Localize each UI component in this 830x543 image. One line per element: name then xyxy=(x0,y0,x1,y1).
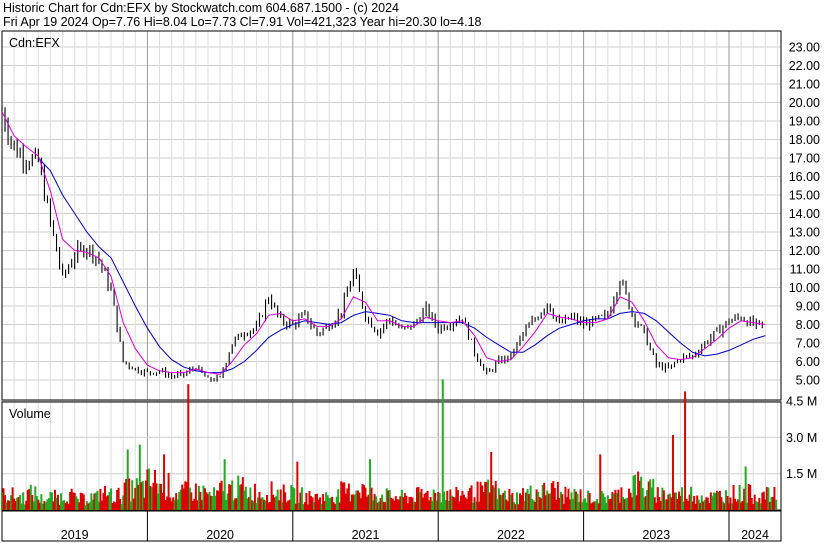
price-tick-label: 11.00 xyxy=(790,263,820,277)
price-tick-label: 13.00 xyxy=(789,226,820,240)
volume-tick-label: 3.0 M xyxy=(786,431,817,445)
volume-panel-label: Volume xyxy=(9,407,51,421)
price-tick-label: 22.00 xyxy=(789,59,820,73)
price-tick-label: 20.00 xyxy=(789,96,820,110)
price-panel-label: Cdn:EFX xyxy=(9,36,60,50)
price-tick-label: 10.00 xyxy=(789,281,820,295)
volume-bars xyxy=(1,379,777,510)
year-label: 2023 xyxy=(642,528,670,542)
year-label: 2019 xyxy=(61,528,89,542)
price-tick-label: 8.00 xyxy=(796,318,820,332)
price-tick-label: 15.00 xyxy=(789,189,820,203)
price-tick-label: 18.00 xyxy=(789,133,820,147)
year-label: 2024 xyxy=(741,528,769,542)
year-label: 2021 xyxy=(352,528,380,542)
chart-canvas: Cdn:EFX Volume 5.00 6.00 7.00 8.00 9.00 10.00… xyxy=(1,30,820,542)
year-label: 2022 xyxy=(497,528,525,542)
price-tick-label: 6.00 xyxy=(796,355,820,369)
price-tick-label: 9.00 xyxy=(796,300,820,314)
price-panel-frame xyxy=(1,30,782,401)
price-series xyxy=(1,105,763,382)
price-tick-label: 5.00 xyxy=(796,374,820,388)
price-tick-label: 17.00 xyxy=(789,152,820,166)
gridlines xyxy=(1,31,781,510)
time-axis-ticks: 2019 2020 2021 2022 2023 2024 xyxy=(1,511,769,542)
price-tick-label: 16.00 xyxy=(789,170,820,184)
volume-axis-ticks: 1.5 M 3.0 M 4.5 M xyxy=(786,395,817,482)
year-label: 2020 xyxy=(206,528,234,542)
moving-average-short-line xyxy=(1,111,766,375)
price-tick-label: 7.00 xyxy=(796,337,820,351)
price-tick-label: 21.00 xyxy=(789,78,820,92)
price-tick-label: 23.00 xyxy=(789,41,820,55)
price-tick-label: 19.00 xyxy=(789,115,820,129)
price-tick-label: 12.00 xyxy=(789,244,820,258)
price-tick-label: 14.00 xyxy=(789,207,820,221)
price-axis-ticks: 5.00 6.00 7.00 8.00 9.00 10.00 11.00 12.00 13.00… xyxy=(789,41,820,388)
volume-tick-label: 1.5 M xyxy=(786,467,817,481)
volume-tick-label: 4.5 M xyxy=(786,395,817,409)
